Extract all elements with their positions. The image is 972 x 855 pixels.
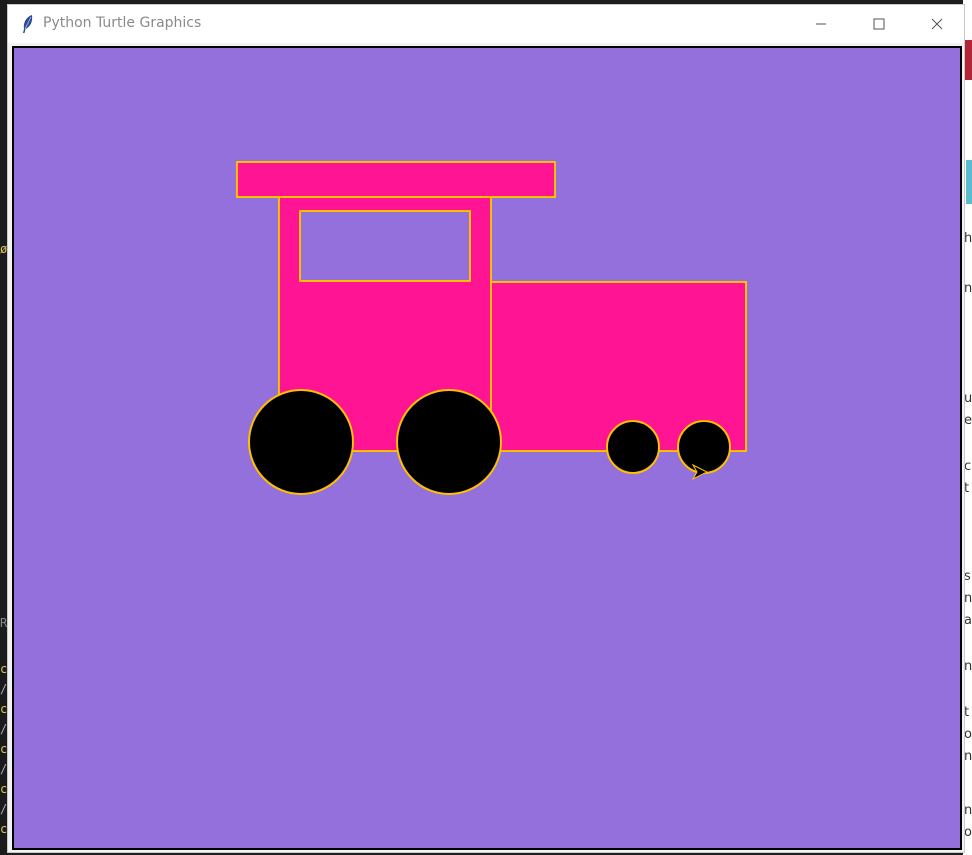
turtle-window: Python Turtle Graphics (7, 4, 965, 853)
title-bar[interactable]: Python Turtle Graphics (8, 5, 964, 43)
window-title: Python Turtle Graphics (43, 15, 202, 31)
train-cab-window (299, 210, 471, 282)
close-icon (931, 18, 943, 30)
maximize-icon (873, 18, 885, 30)
train-drawing (236, 161, 747, 495)
train-roof (236, 161, 556, 198)
close-button[interactable] (908, 5, 966, 43)
small-wheel-left (606, 420, 660, 474)
turtle-canvas[interactable] (12, 46, 962, 850)
minimize-button[interactable] (792, 5, 850, 43)
big-wheel-left (248, 389, 354, 495)
maximize-button[interactable] (850, 5, 908, 43)
big-wheel-right (396, 389, 502, 495)
feather-icon (20, 14, 36, 34)
small-wheel-right (677, 420, 731, 474)
minimize-icon (816, 23, 826, 25)
